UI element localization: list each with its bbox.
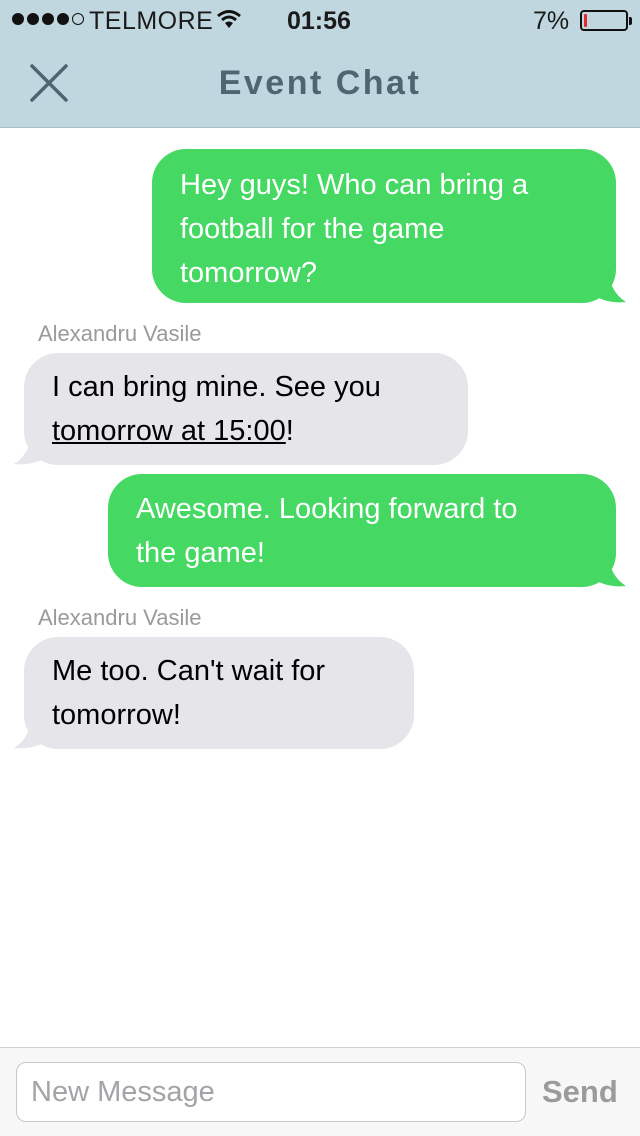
outgoing-message: Hey guys! Who can bring a football for t… (152, 149, 616, 303)
wifi-icon (216, 9, 242, 38)
message-line: Hey guys! Who can bring a (180, 169, 529, 201)
page-title: Event Chat (218, 64, 422, 102)
message-line: Me too. Can't wait for (52, 655, 326, 687)
message-line: the game! (136, 537, 265, 569)
status-bar: TELMORE 01:56 7% (0, 0, 640, 40)
header: TELMORE 01:56 7% Event Chat (0, 0, 640, 128)
message-line: tomorrow at 15:00! (52, 409, 440, 453)
bubble-tail (590, 554, 626, 587)
carrier-name: TELMORE (89, 7, 214, 35)
signal-strength-icon (12, 13, 84, 25)
battery-percent: 7% (533, 7, 570, 35)
message-input[interactable] (16, 1062, 526, 1122)
send-button[interactable]: Send (542, 1074, 618, 1110)
outgoing-message: Awesome. Looking forward to the game! (108, 474, 616, 587)
sender-name: Alexandru Vasile (38, 321, 202, 346)
message-composer: Send (0, 1047, 640, 1136)
message-text: ! (285, 415, 294, 447)
incoming-message: Me too. Can't wait for tomorrow! (24, 637, 414, 749)
message-line: football for the game (180, 213, 445, 245)
date-link[interactable]: tomorrow at 15:00 (52, 415, 286, 447)
message-line: tomorrow? (180, 257, 317, 289)
sender-name: Alexandru Vasile (38, 605, 202, 630)
status-time: 01:56 (287, 7, 351, 35)
bubble-tail (14, 716, 50, 749)
battery-level (584, 14, 587, 27)
bubble-tail (590, 270, 626, 303)
battery-icon (580, 10, 632, 31)
incoming-message: I can bring mine. See you tomorrow at 15… (24, 353, 468, 465)
message-line: Awesome. Looking forward to (136, 493, 518, 525)
message-line: tomorrow! (52, 699, 181, 731)
message-line: I can bring mine. See you (52, 371, 381, 403)
bubble-tail (14, 432, 50, 465)
